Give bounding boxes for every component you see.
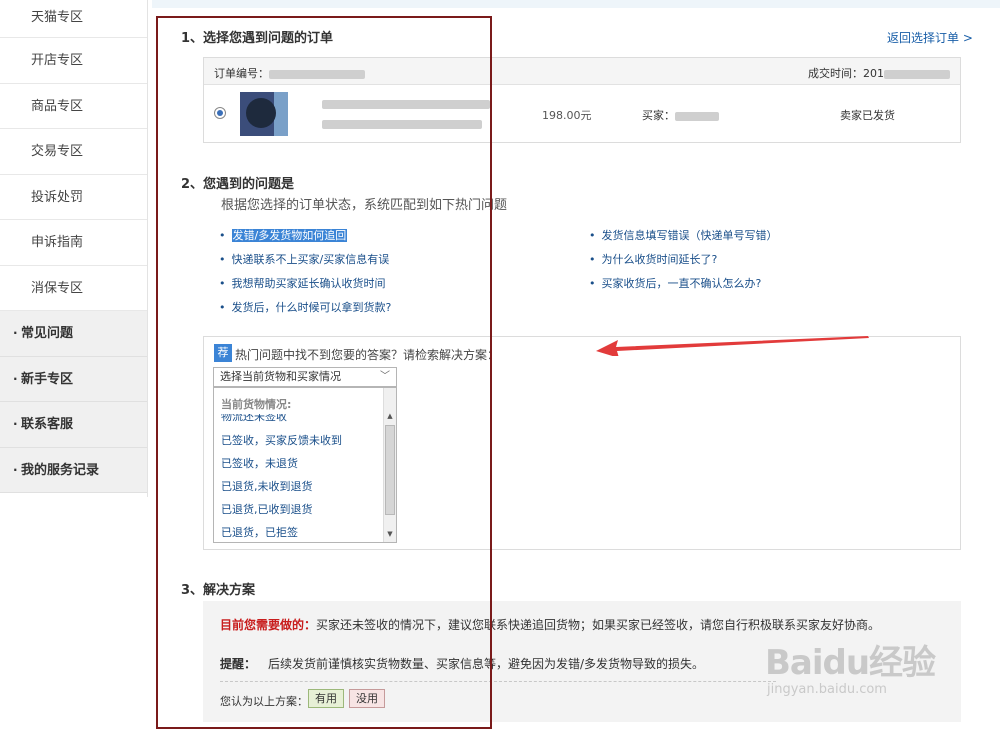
scrollbar-thumb[interactable] xyxy=(385,425,395,515)
blurred-order-number xyxy=(269,69,365,79)
sidebar-item-label: 我的服务记录 xyxy=(21,462,100,478)
baidu-watermark: Baidu经验 jingyan.baidu.com xyxy=(765,635,936,697)
hot-question-link[interactable]: • 发错/多发货物如何追回 xyxy=(219,227,348,243)
sidebar-item-appeal[interactable]: 申诉指南 xyxy=(0,220,147,266)
dropdown-group-label: 当前货物情况: xyxy=(221,398,292,411)
sidebar-item-faq[interactable]: · 常见问题 xyxy=(0,311,147,357)
goods-status-dropdown[interactable]: 当前货物情况: 物流还未签收 已签收，买家反馈未收到 已签收，未退货 已退货,未… xyxy=(213,387,397,543)
bullet-icon: · xyxy=(13,417,18,431)
bullet-icon: • xyxy=(589,253,596,266)
order-number-label: 订单编号： xyxy=(214,67,269,80)
dropdown-option[interactable]: 已签收，未退货 xyxy=(221,455,298,471)
order-time-label: 成交时间：201 xyxy=(808,67,884,80)
section-3-title: 3、解决方案 xyxy=(181,583,256,598)
search-prompt: 热门问题中找不到您要的答案？请检索解决方案： xyxy=(235,348,500,362)
order-header: 订单编号： 成交时间：201 xyxy=(204,58,960,85)
product-thumbnail xyxy=(240,92,288,136)
order-price: 198.00元 xyxy=(542,109,592,122)
sidebar-item-contact-service[interactable]: · 联系客服 xyxy=(0,402,147,448)
bullet-icon: · xyxy=(13,371,18,386)
bullet-icon: • xyxy=(219,229,226,242)
sidebar: 天猫专区 开店专区 商品专区 交易专区 投诉处罚 申诉指南 消保专区 · 常见问题… xyxy=(0,0,148,497)
blurred-buyer-name xyxy=(675,111,719,121)
order-status: 卖家已发货 xyxy=(840,109,895,122)
blurred-product-title-2 xyxy=(322,120,482,129)
order-time: 成交时间：201 xyxy=(808,65,950,81)
hot-question-link[interactable]: • 买家收货后，一直不确认怎么办? xyxy=(589,275,761,291)
hot-question-link[interactable]: • 我想帮助买家延长确认收货时间 xyxy=(219,275,386,291)
section-2-title: 2、您遇到的问题是 xyxy=(181,177,295,192)
sidebar-item-newbie[interactable]: · 新手专区 xyxy=(0,356,147,402)
order-radio-button[interactable] xyxy=(214,107,226,119)
divider xyxy=(220,681,776,682)
dropdown-option[interactable]: 已签收，买家反馈未收到 xyxy=(221,432,342,448)
blurred-product-title xyxy=(322,100,490,109)
order-buyer: 买家： xyxy=(642,107,719,123)
back-to-order-link[interactable]: 返回选择订单 > xyxy=(887,29,973,46)
top-strip xyxy=(152,0,1000,8)
sidebar-item-complaint[interactable]: 投诉处罚 xyxy=(0,174,147,220)
bullet-icon: • xyxy=(589,277,596,290)
recommend-tag-icon: 荐 xyxy=(214,344,232,362)
section-1-title: 1、选择您遇到问题的订单 xyxy=(181,31,334,46)
order-card: 订单编号： 成交时间：201 198.00元 买家： 卖家已发货 xyxy=(203,57,961,143)
dropdown-scrollbar[interactable]: ▲ ▼ xyxy=(383,388,396,542)
reminder-label: 提醒： xyxy=(220,657,257,671)
sidebar-item-consumer-protection[interactable]: 消保专区 xyxy=(0,265,147,311)
hot-question-link[interactable]: • 发货后，什么时候可以拿到货款? xyxy=(219,299,391,315)
dropdown-option[interactable]: 已退货,未收到退货 xyxy=(221,478,313,494)
sidebar-item-label: 联系客服 xyxy=(21,417,74,432)
sidebar-item-open-shop[interactable]: 开店专区 xyxy=(0,38,147,84)
blurred-order-time xyxy=(884,69,950,79)
sidebar-item-label: 新手专区 xyxy=(21,371,74,387)
red-arrow-annotation xyxy=(596,336,869,356)
solution-body: 买家还未签收的情况下，建议您联系快递追回货物；如果买家已经签收，请您自行积极联系… xyxy=(316,618,881,632)
reminder-body: 后续发货前谨慎核实货物数量、买家信息等，避免因为发错/多发货物导致的损失。 xyxy=(268,657,705,671)
useful-button[interactable]: 有用 xyxy=(308,689,344,708)
sidebar-item-tmall[interactable]: 天猫专区 xyxy=(0,0,147,38)
dropdown-option[interactable]: 已退货，已拒签 xyxy=(221,524,298,540)
bullet-icon: • xyxy=(219,277,226,290)
scroll-down-icon[interactable]: ▼ xyxy=(384,528,396,540)
watermark-logo-text: Baidu经验 xyxy=(765,643,936,683)
sidebar-item-label: 常见问题 xyxy=(21,326,74,341)
chevron-down-icon: ﹀ xyxy=(380,371,390,382)
not-useful-button[interactable]: 没用 xyxy=(349,689,385,708)
bullet-icon: · xyxy=(13,462,18,477)
bullet-icon: • xyxy=(219,253,226,266)
bullet-icon: • xyxy=(219,301,226,314)
order-number: 订单编号： xyxy=(214,65,365,81)
watermark-url: jingyan.baidu.com xyxy=(767,682,887,697)
select-value: 选择当前货物和买家情况 xyxy=(220,370,341,383)
sidebar-item-goods[interactable]: 商品专区 xyxy=(0,83,147,129)
scroll-up-icon[interactable]: ▲ xyxy=(384,410,396,422)
sidebar-item-service-records[interactable]: · 我的服务记录 xyxy=(0,447,147,493)
solution-label: 目前您需要做的： xyxy=(220,618,317,632)
feedback-label: 您认为以上方案： xyxy=(220,695,308,708)
goods-status-select[interactable]: 选择当前货物和买家情况 ﹀ xyxy=(213,367,397,387)
buyer-label: 买家： xyxy=(642,109,675,122)
hot-question-link[interactable]: • 发货信息填写错误（快递单号写错） xyxy=(589,227,778,243)
solution-text: 目前您需要做的：买家还未签收的情况下，建议您联系快递追回货物；如果买家已经签收，… xyxy=(220,616,880,633)
hot-question-link[interactable]: • 为什么收货时间延长了? xyxy=(589,251,717,267)
sidebar-item-trade[interactable]: 交易专区 xyxy=(0,129,147,175)
dropdown-option[interactable]: 已退货,已收到退货 xyxy=(221,501,313,517)
reminder-text: 提醒： 后续发货前谨慎核实货物数量、买家信息等，避免因为发错/多发货物导致的损失。 xyxy=(220,655,704,672)
solution-search-panel: 荐 热门问题中找不到您要的答案？请检索解决方案： 选择当前货物和买家情况 ﹀ 当… xyxy=(203,336,961,550)
bullet-icon: · xyxy=(13,326,18,340)
hot-question-link[interactable]: • 快递联系不上买家/买家信息有误 xyxy=(219,251,389,267)
matched-questions-hint: 根据您选择的订单状态，系统匹配到如下热门问题 xyxy=(221,198,508,213)
bullet-icon: • xyxy=(589,229,596,242)
